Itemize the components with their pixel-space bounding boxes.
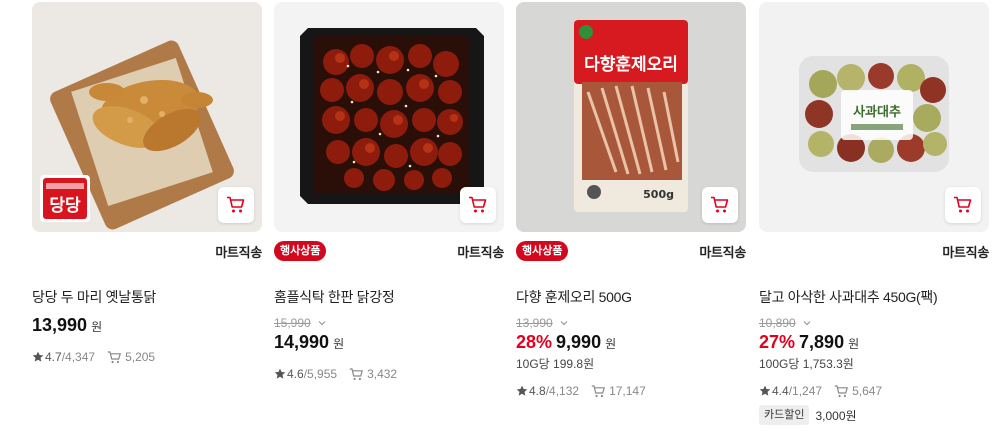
delivery-label: 마트직송 [699, 245, 746, 260]
unit-price: 10G당 199.8원 [516, 357, 595, 371]
card-discount-badge: 카드할인 [759, 405, 810, 425]
product-card[interactable]: 사과대추 마트직송 달고 아삭한 사과대추 450G(팩) 10,890 27%… [759, 2, 989, 425]
cart-count: 5,647 [852, 384, 883, 398]
star-icon [32, 351, 44, 362]
event-badge: 행사상품 [274, 241, 327, 261]
meta-row: 마트직송 [32, 239, 262, 265]
cart-icon [711, 196, 729, 213]
currency-unit: 원 [605, 337, 617, 351]
chevron-down-icon[interactable] [558, 317, 570, 329]
product-stats: 4.4 /1,247 5,647 [759, 384, 989, 398]
package-brand-text: 다향훈제오리 [584, 54, 678, 75]
package-label-text: 사과대추 [853, 104, 901, 120]
meta-row: 행사상품 마트직송 [274, 239, 504, 265]
currency-unit: 원 [333, 337, 345, 351]
cart-icon [107, 350, 122, 363]
package-weight-text: 500g [643, 188, 674, 201]
price-row: 13,990 원 [32, 315, 262, 336]
product-image[interactable]: 당당 [32, 2, 262, 232]
star-icon [274, 368, 286, 379]
chevron-down-icon[interactable] [316, 317, 328, 329]
rating-value: 4.8 [529, 384, 546, 398]
product-title[interactable]: 다향 훈제오리 500G [516, 287, 746, 307]
product-stats: 4.8 /4,132 17,147 [516, 384, 746, 398]
discount-rate: 28% [516, 332, 553, 352]
star-icon [516, 385, 528, 396]
cart-icon [227, 196, 245, 213]
brand-logo-text: 당당 [49, 196, 81, 216]
add-to-cart-button[interactable] [702, 187, 738, 223]
product-stats: 4.7 /4,347 5,205 [32, 350, 262, 364]
meta-row: 마트직송 [759, 239, 989, 265]
sale-price: 7,890 [799, 332, 845, 352]
product-image[interactable]: 사과대추 [759, 2, 989, 232]
sale-price: 14,990 [274, 332, 330, 352]
discount-rate: 27% [759, 332, 796, 352]
star-icon [759, 385, 771, 396]
add-to-cart-button[interactable] [460, 187, 496, 223]
rating-value: 4.7 [45, 350, 62, 364]
cart-count: 5,205 [125, 350, 156, 364]
price-row: 27% 7,890 원 [759, 332, 989, 353]
cart-icon [349, 367, 364, 380]
add-to-cart-button[interactable] [945, 187, 981, 223]
product-stats: 4.6 /5,955 3,432 [274, 367, 504, 381]
event-badge: 행사상품 [516, 241, 569, 261]
product-card[interactable]: 행사상품 마트직송 홈플식탁 한판 닭강정 15,990 14,990 원 4.6… [274, 2, 504, 381]
review-count: /5,955 [303, 367, 338, 381]
review-count: /1,247 [788, 384, 823, 398]
chevron-down-icon[interactable] [801, 317, 813, 329]
cart-icon [954, 196, 972, 213]
cart-icon [469, 196, 487, 213]
product-image[interactable] [274, 2, 504, 232]
sale-price: 13,990 [32, 315, 88, 335]
currency-unit: 원 [91, 320, 103, 334]
sale-price: 9,990 [556, 332, 602, 352]
product-card[interactable]: 다향훈제오리 500g 행사상품 마트직송 다향 훈제오리 500G 13,99… [516, 2, 746, 398]
original-price: 13,990 [516, 316, 553, 330]
delivery-label: 마트직송 [942, 245, 989, 260]
product-image[interactable]: 다향훈제오리 500g [516, 2, 746, 232]
card-discount-row: 카드할인 3,000원 [759, 405, 989, 425]
product-title[interactable]: 달고 아삭한 사과대추 450G(팩) [759, 287, 989, 307]
delivery-label: 마트직송 [215, 245, 262, 260]
meta-row: 행사상품 마트직송 [516, 239, 746, 265]
cart-count: 3,432 [367, 367, 398, 381]
product-card[interactable]: 당당 마트직송 당당 두 마리 옛날통닭 13,990 원 4.7 /4,347 … [32, 2, 262, 364]
cart-icon [834, 384, 849, 397]
product-title[interactable]: 홈플식탁 한판 닭강정 [274, 287, 504, 307]
delivery-label: 마트직송 [457, 245, 504, 260]
rating-value: 4.6 [287, 367, 304, 381]
add-to-cart-button[interactable] [218, 187, 254, 223]
product-grid: 당당 마트직송 당당 두 마리 옛날통닭 13,990 원 4.7 /4,347 … [0, 0, 994, 431]
cart-icon [591, 384, 606, 397]
unit-price: 100G당 1,753.3원 [759, 357, 854, 371]
currency-unit: 원 [848, 337, 860, 351]
original-price-row: 13,990 [516, 316, 746, 330]
original-price-row: 10,890 [759, 316, 989, 330]
rating-value: 4.4 [772, 384, 789, 398]
original-price-row: 15,990 [274, 316, 504, 330]
product-title[interactable]: 당당 두 마리 옛날통닭 [32, 287, 262, 307]
price-row: 28% 9,990 원 [516, 332, 746, 353]
cart-count: 17,147 [609, 384, 646, 398]
card-discount-amount: 3,000원 [815, 408, 857, 423]
original-price: 10,890 [759, 316, 796, 330]
review-count: /4,347 [61, 350, 96, 364]
original-price: 15,990 [274, 316, 311, 330]
price-row: 14,990 원 [274, 332, 504, 353]
review-count: /4,132 [545, 384, 580, 398]
